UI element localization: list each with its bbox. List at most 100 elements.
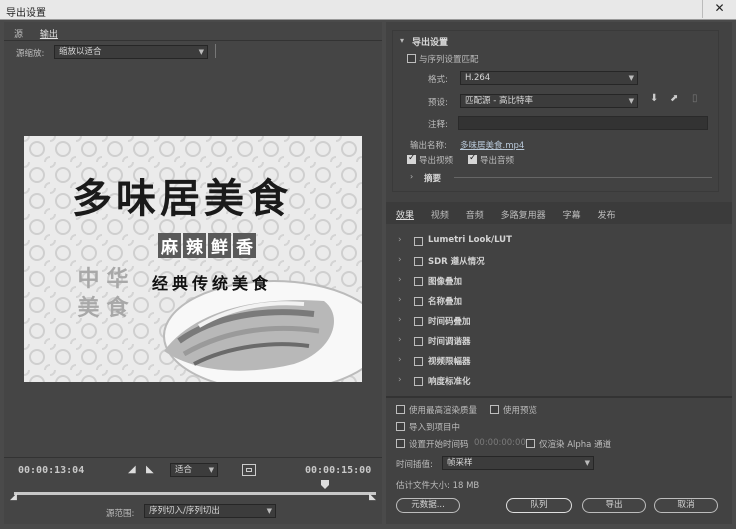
- filesize-label: 估计文件大小: 18 MB: [396, 481, 480, 491]
- timeline-divider: [4, 457, 382, 458]
- cancel-button[interactable]: 取消: [654, 498, 718, 513]
- output-name-link[interactable]: 多味居美食.mp4: [460, 139, 524, 151]
- source-scale-dropdown[interactable]: 缩放以适合 ▼: [54, 45, 208, 59]
- chevron-right-icon[interactable]: ›: [398, 315, 402, 325]
- start-timecode-label: 设置开始时间码: [409, 440, 469, 450]
- alpha-only-checkbox[interactable]: [526, 439, 535, 448]
- export-button[interactable]: 导出: [582, 498, 646, 513]
- comments-input[interactable]: [458, 116, 708, 130]
- effect-name: SDR 遵从情况: [428, 257, 485, 267]
- chevron-down-icon: ▼: [208, 466, 214, 474]
- preset-label: 预设:: [428, 98, 448, 108]
- tab-multiplexer[interactable]: 多路复用器: [501, 208, 546, 221]
- timecode-end[interactable]: 00:00:15:00: [305, 465, 371, 476]
- match-sequence-checkbox[interactable]: [407, 54, 416, 63]
- effect-row-loudness[interactable]: › 响度标准化: [396, 374, 716, 390]
- preset-dropdown[interactable]: 匹配源 - 高比特率 ▼: [460, 94, 638, 108]
- mark-in-icon[interactable]: ◢: [128, 464, 136, 475]
- effect-row-lumetri[interactable]: › Lumetri Look/LUT: [396, 234, 716, 250]
- effect-name: 图像叠加: [428, 277, 463, 287]
- timeline-track[interactable]: [14, 492, 376, 495]
- chevron-down-icon: ▼: [628, 97, 634, 105]
- effect-checkbox[interactable]: [414, 257, 423, 266]
- chevron-down-icon: ▼: [198, 48, 204, 56]
- queue-button[interactable]: 队列: [506, 498, 572, 513]
- chevron-down-icon[interactable]: ▾: [400, 36, 404, 45]
- tab-effects[interactable]: 效果: [396, 208, 414, 221]
- seal-char: 食: [106, 296, 129, 321]
- timecode-start[interactable]: 00:00:13:04: [18, 465, 84, 476]
- chevron-right-icon[interactable]: ›: [398, 295, 402, 305]
- source-range-dropdown[interactable]: 序列切入/序列切出 ▼: [144, 504, 276, 518]
- effect-checkbox[interactable]: [414, 297, 423, 306]
- use-preview-checkbox[interactable]: [490, 405, 499, 414]
- import-project-checkbox[interactable]: [396, 422, 405, 431]
- video-preview: 多味居美食 麻 辣 鲜 香 经典传统美食 中 华 美 食: [24, 136, 362, 382]
- toolbar-divider: [215, 44, 216, 58]
- format-dropdown[interactable]: H.264 ▼: [460, 71, 638, 85]
- window-title: 导出设置: [6, 8, 46, 19]
- effect-row-video-limiter[interactable]: › 视频限幅器: [396, 354, 716, 370]
- source-scale-value: 缩放以适合: [59, 47, 102, 57]
- title-bar: 导出设置 ✕: [0, 0, 736, 20]
- source-range-label: 源范围:: [106, 509, 135, 519]
- effect-name: 名称叠加: [428, 297, 463, 307]
- tab-output[interactable]: 输出: [40, 27, 58, 40]
- tab-captions[interactable]: 字幕: [563, 208, 581, 221]
- effect-name: 响度标准化: [428, 377, 471, 387]
- chevron-right-icon[interactable]: ›: [398, 275, 402, 285]
- import-preset-icon[interactable]: ⬈: [670, 93, 678, 104]
- comments-label: 注释:: [428, 120, 448, 130]
- fit-value: 适合: [175, 465, 193, 475]
- seal-char: 中: [77, 267, 100, 292]
- format-label: 格式:: [428, 75, 448, 85]
- metadata-button[interactable]: 元数据...: [396, 498, 460, 513]
- chevron-right-icon[interactable]: ›: [398, 355, 402, 365]
- effect-row-name-overlay[interactable]: › 名称叠加: [396, 294, 716, 310]
- start-timecode-value[interactable]: 00:00:00:00: [474, 438, 526, 448]
- effect-checkbox[interactable]: [414, 337, 423, 346]
- delete-preset-icon[interactable]: ▯: [692, 93, 698, 104]
- chevron-right-icon[interactable]: ›: [398, 255, 402, 265]
- chevron-right-icon[interactable]: ›: [410, 172, 413, 181]
- out-point-icon[interactable]: ◣: [369, 492, 376, 502]
- tab-video[interactable]: 视频: [431, 208, 449, 221]
- tab-audio[interactable]: 音频: [466, 208, 484, 221]
- export-audio-label: 导出音频: [480, 156, 515, 166]
- chevron-down-icon: ▼: [628, 74, 634, 82]
- seal-char: 华: [106, 267, 129, 292]
- chevron-right-icon[interactable]: ›: [398, 235, 402, 245]
- in-point-icon[interactable]: ◢: [10, 492, 17, 502]
- effect-row-time-tuner[interactable]: › 时间调谐器: [396, 334, 716, 350]
- max-quality-checkbox[interactable]: [396, 405, 405, 414]
- save-preset-icon[interactable]: ⬇: [650, 93, 658, 104]
- output-name-label: 输出名称:: [410, 141, 447, 151]
- chevron-down-icon: ▼: [266, 507, 272, 515]
- aspect-icon[interactable]: [242, 464, 256, 476]
- mark-out-icon[interactable]: ◣: [146, 464, 154, 475]
- export-audio-checkbox[interactable]: [468, 153, 477, 164]
- close-icon[interactable]: ✕: [702, 0, 736, 18]
- preview-seal: 中 华 美 食: [74, 266, 132, 324]
- chevron-right-icon[interactable]: ›: [398, 375, 402, 385]
- effect-row-sdr[interactable]: › SDR 遵从情况: [396, 254, 716, 270]
- chevron-down-icon: ▼: [584, 459, 590, 467]
- export-video-checkbox[interactable]: [407, 153, 416, 164]
- effect-checkbox[interactable]: [414, 237, 423, 246]
- fit-dropdown[interactable]: 适合 ▼: [170, 463, 218, 477]
- tab-source[interactable]: 源: [14, 27, 23, 40]
- effect-row-image-overlay[interactable]: › 图像叠加: [396, 274, 716, 290]
- effect-checkbox[interactable]: [414, 377, 423, 386]
- effect-checkbox[interactable]: [414, 357, 423, 366]
- effect-name: 时间码叠加: [428, 317, 471, 327]
- effect-row-timecode-overlay[interactable]: › 时间码叠加: [396, 314, 716, 330]
- summary-label[interactable]: 摘要: [424, 172, 441, 184]
- chevron-right-icon[interactable]: ›: [398, 335, 402, 345]
- interp-dropdown[interactable]: 帧采样 ▼: [442, 456, 594, 470]
- effect-checkbox[interactable]: [414, 317, 423, 326]
- subtitle-char: 辣: [183, 233, 206, 258]
- start-timecode-checkbox[interactable]: [396, 439, 405, 448]
- effect-checkbox[interactable]: [414, 277, 423, 286]
- tab-publish[interactable]: 发布: [597, 208, 615, 221]
- preset-value: 匹配源 - 高比特率: [465, 96, 533, 106]
